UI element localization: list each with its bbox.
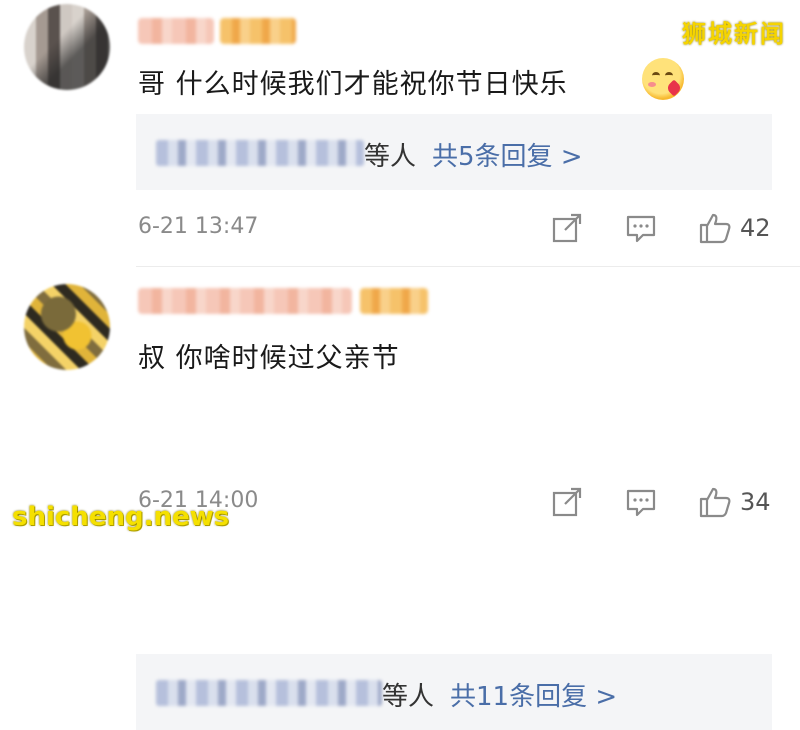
comment-time: 6-21 13:47 xyxy=(138,214,259,239)
share-icon xyxy=(552,213,582,243)
user-badge-blurred xyxy=(220,18,296,44)
reply-preview[interactable]: 等人 共5条回复 > xyxy=(136,114,772,190)
replier-names-blurred xyxy=(156,680,382,706)
username-blurred[interactable] xyxy=(138,18,214,44)
share-icon xyxy=(552,487,582,517)
share-button[interactable] xyxy=(548,208,586,248)
reply-suffix: 等人 xyxy=(364,142,417,172)
comment-item: 哥 什么时候我们才能祝你节日快乐 等人 共5条回复 > 6-21 13:47 4… xyxy=(0,0,800,266)
like-count: 34 xyxy=(740,488,771,516)
user-badge-blurred xyxy=(360,288,428,314)
like-button[interactable] xyxy=(696,208,734,248)
like-count: 42 xyxy=(740,214,771,242)
avatar[interactable] xyxy=(24,284,110,370)
comment-text: 叔 你啥时候过父亲节 xyxy=(138,343,400,374)
thumbs-up-icon xyxy=(699,213,731,244)
comment-button[interactable] xyxy=(622,208,660,248)
watermark-bottom: shicheng.news xyxy=(12,502,230,532)
reply-preview[interactable]: 等人 共11条回复 > xyxy=(136,654,772,730)
view-replies-link[interactable]: 共5条回复 > xyxy=(432,136,583,173)
replier-names-blurred xyxy=(156,140,364,166)
comment-icon xyxy=(626,489,656,517)
reply-suffix: 等人 xyxy=(382,682,435,712)
comment-icon xyxy=(626,215,656,243)
comment-text: 哥 什么时候我们才能祝你节日快乐 xyxy=(138,69,568,100)
comment-item: 叔 你啥时候过父亲节 等人 共11条回复 > 6-21 14:00 34 xyxy=(0,266,800,730)
view-replies-link[interactable]: 共11条回复 > xyxy=(450,676,617,713)
share-button[interactable] xyxy=(548,482,586,522)
avatar[interactable] xyxy=(24,4,110,90)
comment-actions: 34 xyxy=(548,482,788,522)
smiling-face-with-hearts-emoji xyxy=(642,58,684,100)
comment-actions: 42 xyxy=(548,208,788,248)
username-blurred[interactable] xyxy=(138,288,352,314)
thumbs-up-icon xyxy=(699,487,731,518)
comment-button[interactable] xyxy=(622,482,660,522)
like-button[interactable] xyxy=(696,482,734,522)
